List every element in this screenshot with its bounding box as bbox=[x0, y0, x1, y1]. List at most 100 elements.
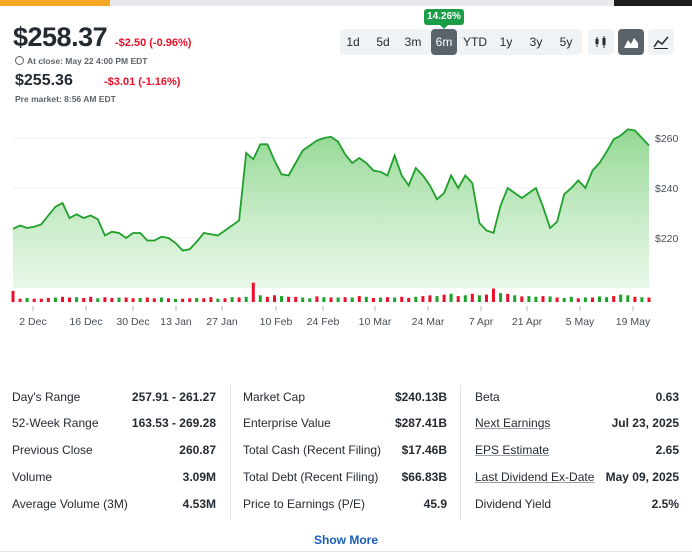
show-more-link[interactable]: Show More bbox=[0, 533, 692, 547]
volume-bar bbox=[131, 298, 135, 302]
candle-chart-button[interactable] bbox=[588, 29, 614, 55]
range-5y[interactable]: 5y bbox=[553, 29, 579, 55]
volume-bar bbox=[202, 298, 206, 302]
volume-bar bbox=[492, 288, 495, 302]
stat-value: Jul 23, 2025 bbox=[611, 416, 679, 430]
price-chart[interactable]: 2 Dec 16 Dec 30 Dec 13 Jan 27 Jan 10 Feb 24 Fe… bbox=[0, 118, 692, 338]
volume-bar bbox=[499, 293, 503, 302]
stat-value: 45.9 bbox=[423, 497, 447, 511]
volume-bar bbox=[583, 297, 587, 302]
x-tick-label: 30 Dec bbox=[116, 316, 149, 328]
volume-bar bbox=[68, 297, 71, 302]
stat-label: Day's Range bbox=[12, 390, 81, 404]
volume-bar bbox=[527, 296, 531, 302]
stat-label: Volume bbox=[12, 470, 53, 484]
stat-label: Price to Earnings (P/E) bbox=[243, 497, 366, 511]
range-6m[interactable]: 6m bbox=[431, 29, 457, 55]
volume-bar bbox=[477, 295, 481, 302]
volume-bar bbox=[520, 296, 524, 302]
volume-bar bbox=[371, 297, 375, 302]
stat-value: May 09, 2025 bbox=[605, 470, 679, 484]
volume-bar bbox=[53, 297, 57, 302]
range-1y[interactable]: 1y bbox=[493, 29, 519, 55]
volume-bar bbox=[329, 297, 333, 302]
stat-row: Last Dividend Ex-Date May 09, 2025 bbox=[475, 469, 679, 485]
candle-chart-icon bbox=[595, 36, 606, 48]
y-tick-label: $260 bbox=[655, 133, 679, 145]
mountain-chart-icon bbox=[624, 38, 638, 48]
stat-value: $17.46B bbox=[401, 443, 447, 457]
volume-bar bbox=[265, 296, 269, 302]
range-5d[interactable]: 5d bbox=[370, 29, 396, 55]
volume-bar bbox=[244, 296, 248, 302]
volume-bar bbox=[640, 297, 644, 302]
volume-bar bbox=[145, 297, 149, 302]
volume-bar bbox=[188, 298, 192, 302]
volume-bar bbox=[619, 294, 623, 302]
stat-label: Total Cash (Recent Filing) bbox=[243, 443, 382, 457]
range-performance-badge: 14.26% bbox=[424, 9, 464, 29]
stat-label[interactable]: Last Dividend Ex-Date bbox=[475, 469, 594, 485]
volume-bar bbox=[456, 296, 460, 302]
stat-value: $240.13B bbox=[394, 390, 447, 404]
premarket-note: Pre market: 8:56 AM EDT bbox=[15, 94, 116, 104]
stat-row: Total Debt (Recent Filing) $66.83B bbox=[243, 469, 447, 485]
volume-bar bbox=[343, 297, 347, 302]
close-note-text: At close: May 22 4:00 PM EDT bbox=[27, 56, 148, 66]
mountain-chart-button[interactable] bbox=[618, 29, 644, 55]
volume-bar bbox=[562, 297, 566, 302]
stat-label: Beta bbox=[475, 390, 500, 404]
stat-value: 257.91 - 261.27 bbox=[131, 390, 216, 404]
volume-bar bbox=[513, 295, 517, 302]
range-ytd[interactable]: YTD bbox=[461, 29, 489, 55]
x-tick-label: 21 Apr bbox=[512, 316, 543, 328]
volume-bar bbox=[89, 296, 93, 302]
volume-bar bbox=[258, 295, 262, 302]
y-tick-label: $240 bbox=[655, 183, 679, 195]
stat-value: 3.09M bbox=[182, 470, 216, 484]
stat-label[interactable]: Next Earnings bbox=[475, 415, 550, 431]
x-tick-label: 5 May bbox=[566, 316, 595, 328]
range-1d[interactable]: 1d bbox=[340, 29, 366, 55]
volume-bar bbox=[350, 297, 354, 302]
stat-row: Beta 0.63 bbox=[475, 389, 679, 405]
stat-value: $287.41B bbox=[394, 416, 447, 430]
stat-row: Market Cap $240.13B bbox=[243, 389, 447, 405]
volume-bar bbox=[96, 298, 100, 302]
volume-bar bbox=[605, 297, 609, 302]
volume-bar bbox=[32, 298, 36, 302]
volume-bar bbox=[195, 297, 199, 302]
range-3m[interactable]: 3m bbox=[400, 29, 426, 55]
line-chart-button[interactable] bbox=[648, 29, 674, 55]
stat-label: Total Debt (Recent Filing) bbox=[243, 470, 379, 484]
volume-bar bbox=[75, 297, 79, 302]
volume-bar bbox=[428, 295, 432, 302]
stat-label[interactable]: EPS Estimate bbox=[475, 442, 549, 458]
volume-bar bbox=[294, 296, 298, 302]
stat-label: Dividend Yield bbox=[475, 497, 552, 511]
x-tick-label: 2 Dec bbox=[19, 316, 46, 328]
x-tick-label: 10 Mar bbox=[359, 316, 392, 328]
stat-row: 52-Week Range 163.53 - 269.28 bbox=[12, 415, 216, 431]
x-tick-label: 24 Mar bbox=[412, 316, 445, 328]
volume-bar bbox=[280, 296, 283, 302]
price-change: -$2.50 (-0.96%) bbox=[115, 37, 192, 49]
volume-bar bbox=[470, 293, 474, 302]
stat-value: 4.53M bbox=[182, 497, 216, 511]
stat-row: Previous Close 260.87 bbox=[12, 442, 216, 458]
volume-bar bbox=[485, 294, 488, 302]
price-area bbox=[13, 129, 649, 288]
volume-bar bbox=[506, 293, 510, 302]
x-axis-ticks: 2 Dec 16 Dec 30 Dec 13 Jan 27 Jan 10 Feb 24 Fe… bbox=[19, 306, 651, 328]
volume-bar bbox=[46, 297, 50, 302]
stat-label: 52-Week Range bbox=[12, 416, 99, 430]
volume-bar bbox=[216, 298, 220, 302]
stat-value: 2.5% bbox=[651, 497, 679, 511]
volume-bar bbox=[273, 295, 276, 302]
x-tick-label: 19 May bbox=[616, 316, 651, 328]
stats-divider bbox=[230, 385, 231, 520]
volume-bar bbox=[633, 296, 637, 302]
volume-bar bbox=[421, 296, 425, 302]
range-3y[interactable]: 3y bbox=[523, 29, 549, 55]
x-tick-label: 7 Apr bbox=[469, 316, 494, 328]
